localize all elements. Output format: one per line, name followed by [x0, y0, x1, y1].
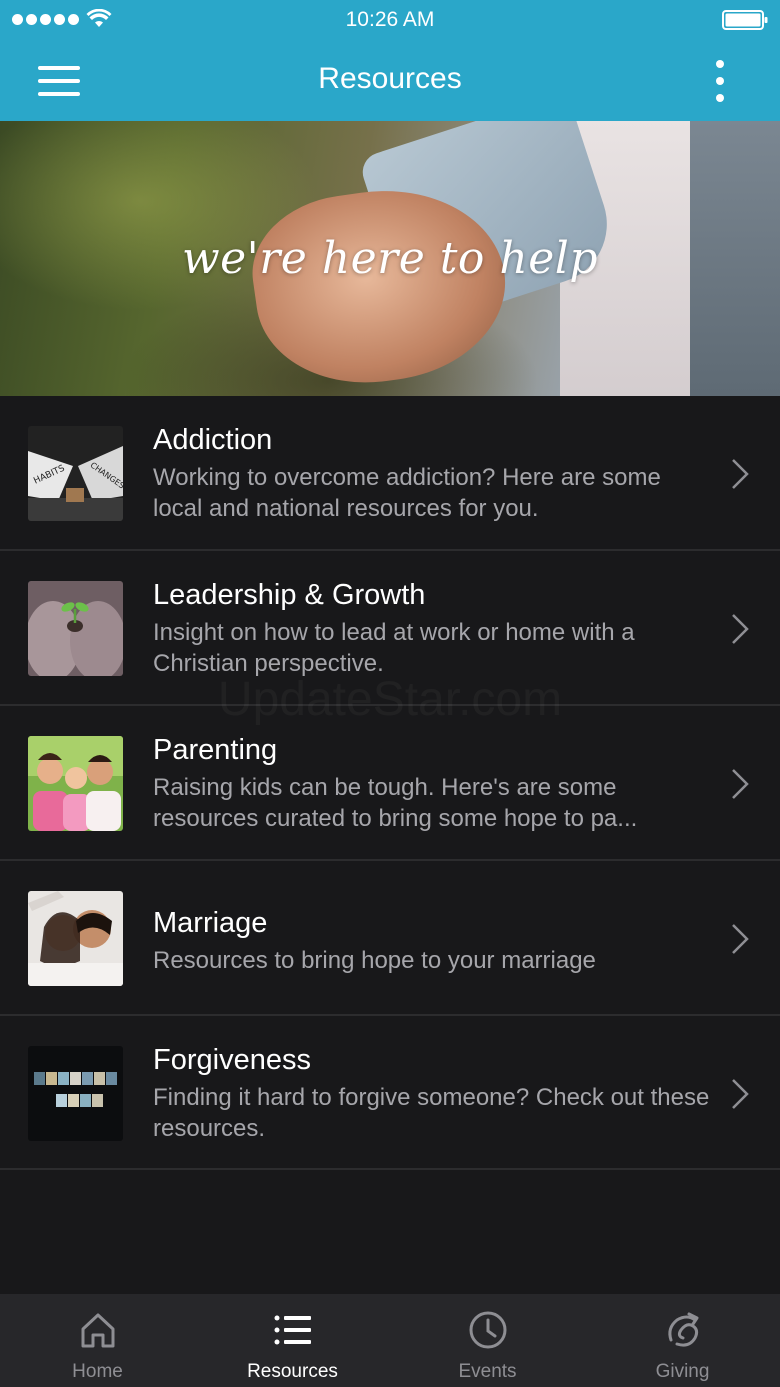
- resource-title: Forgiveness: [153, 1044, 311, 1076]
- battery-icon: [722, 10, 768, 30]
- status-bar: 10:26 AM: [0, 0, 780, 40]
- tab-resources[interactable]: Resources: [195, 1294, 390, 1387]
- forgiveness-thumbnail: [28, 1046, 123, 1141]
- more-options-button[interactable]: [702, 58, 738, 104]
- watermark: UpdateStar.com: [0, 672, 780, 727]
- app-bar: Resources: [0, 40, 780, 121]
- resource-list: HABITS CHANGES Addiction Working to over…: [0, 396, 780, 1170]
- giving-icon: [667, 1312, 698, 1347]
- resource-description: Working to overcome addiction? Here are …: [153, 464, 661, 522]
- resource-item-parenting[interactable]: Parenting Raising kids can be tough. Her…: [0, 706, 780, 861]
- resource-item-forgiveness[interactable]: Forgiveness Finding it hard to forgive s…: [0, 1016, 780, 1170]
- chevron-right-icon: [732, 1079, 749, 1109]
- tab-label: Events: [458, 1361, 517, 1382]
- page-title: Resources: [318, 62, 462, 95]
- resource-description: Insight on how to lead at work or home w…: [153, 619, 635, 677]
- resource-description: Finding it hard to forgive someone? Chec…: [153, 1084, 710, 1142]
- tab-label: Home: [72, 1361, 123, 1382]
- resource-description: Resources to bring hope to your marriage: [153, 947, 596, 974]
- tab-label: Giving: [655, 1361, 710, 1382]
- couple-thumbnail: [28, 891, 123, 986]
- tab-events[interactable]: Events: [390, 1294, 585, 1387]
- resource-item-marriage[interactable]: Marriage Resources to bring hope to your…: [0, 861, 780, 1016]
- home-icon: [81, 1313, 114, 1348]
- chevron-right-icon: [732, 924, 749, 954]
- resource-description: Raising kids can be tough. Here's are so…: [153, 774, 638, 832]
- chevron-right-icon: [732, 614, 749, 644]
- tab-label: Resources: [247, 1361, 338, 1382]
- resource-title: Parenting: [153, 734, 278, 766]
- family-thumbnail: [28, 736, 123, 831]
- list-icon: [274, 1315, 311, 1345]
- hero-tagline: we're here to help: [181, 233, 599, 284]
- status-time: 10:26 AM: [345, 8, 435, 31]
- resource-title: Leadership & Growth: [153, 579, 426, 611]
- tab-bar: Home Resources Events Giving: [0, 1294, 780, 1387]
- sprout-hands-thumbnail: [28, 581, 123, 676]
- resource-title: Addiction: [153, 424, 273, 456]
- clock-icon: [469, 1311, 506, 1349]
- habits-changes-thumbnail: HABITS CHANGES: [28, 426, 123, 521]
- chevron-right-icon: [732, 769, 749, 799]
- tab-home[interactable]: Home: [0, 1294, 195, 1387]
- hero-banner: we're here to help: [0, 121, 780, 396]
- tab-giving[interactable]: Giving: [585, 1294, 780, 1387]
- chevron-right-icon: [732, 459, 749, 489]
- resource-item-addiction[interactable]: HABITS CHANGES Addiction Working to over…: [0, 396, 780, 551]
- resource-title: Marriage: [153, 907, 268, 939]
